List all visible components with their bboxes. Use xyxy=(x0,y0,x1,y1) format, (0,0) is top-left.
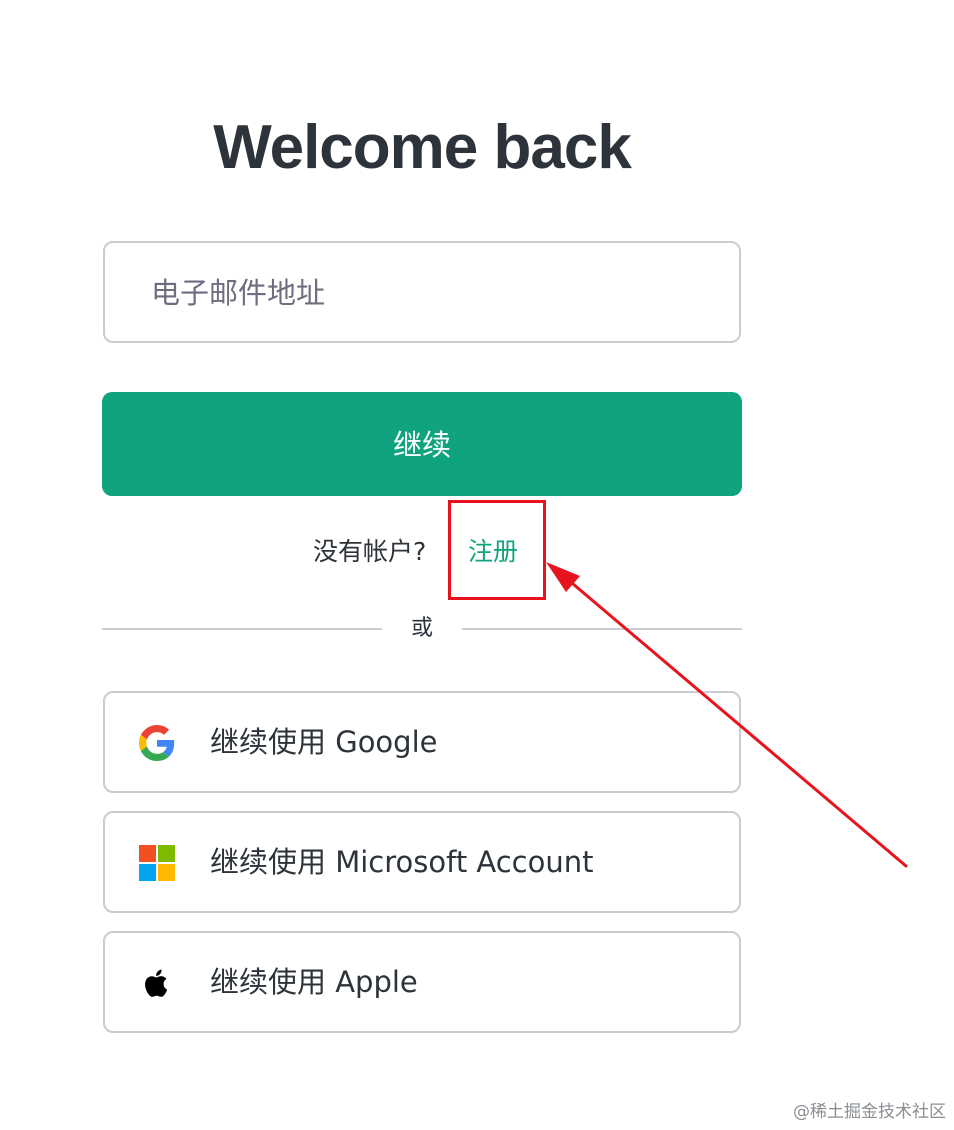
no-account-text: 没有帐户? xyxy=(313,537,427,566)
watermark: @稀土掘金技术社区 xyxy=(793,1102,946,1122)
email-input[interactable] xyxy=(149,243,723,343)
divider-line-right xyxy=(462,628,742,630)
divider-or: 或 xyxy=(410,616,433,641)
microsoft-icon xyxy=(139,845,175,881)
google-button-label: 继续使用 Google xyxy=(210,725,438,759)
divider-line-left xyxy=(102,628,382,630)
continue-with-google-button[interactable]: 继续使用 Google xyxy=(103,691,741,793)
google-icon xyxy=(139,725,175,761)
apple-icon xyxy=(139,965,175,1001)
continue-with-microsoft-button[interactable]: 继续使用 Microsoft Account xyxy=(103,811,741,913)
annotation-highlight-box xyxy=(448,500,546,600)
page-title: Welcome back xyxy=(213,113,632,182)
apple-button-label: 继续使用 Apple xyxy=(210,965,418,999)
microsoft-button-label: 继续使用 Microsoft Account xyxy=(210,845,594,879)
continue-button[interactable]: 继续 xyxy=(102,392,742,496)
continue-with-apple-button[interactable]: 继续使用 Apple xyxy=(103,931,741,1033)
email-field[interactable] xyxy=(103,241,741,343)
